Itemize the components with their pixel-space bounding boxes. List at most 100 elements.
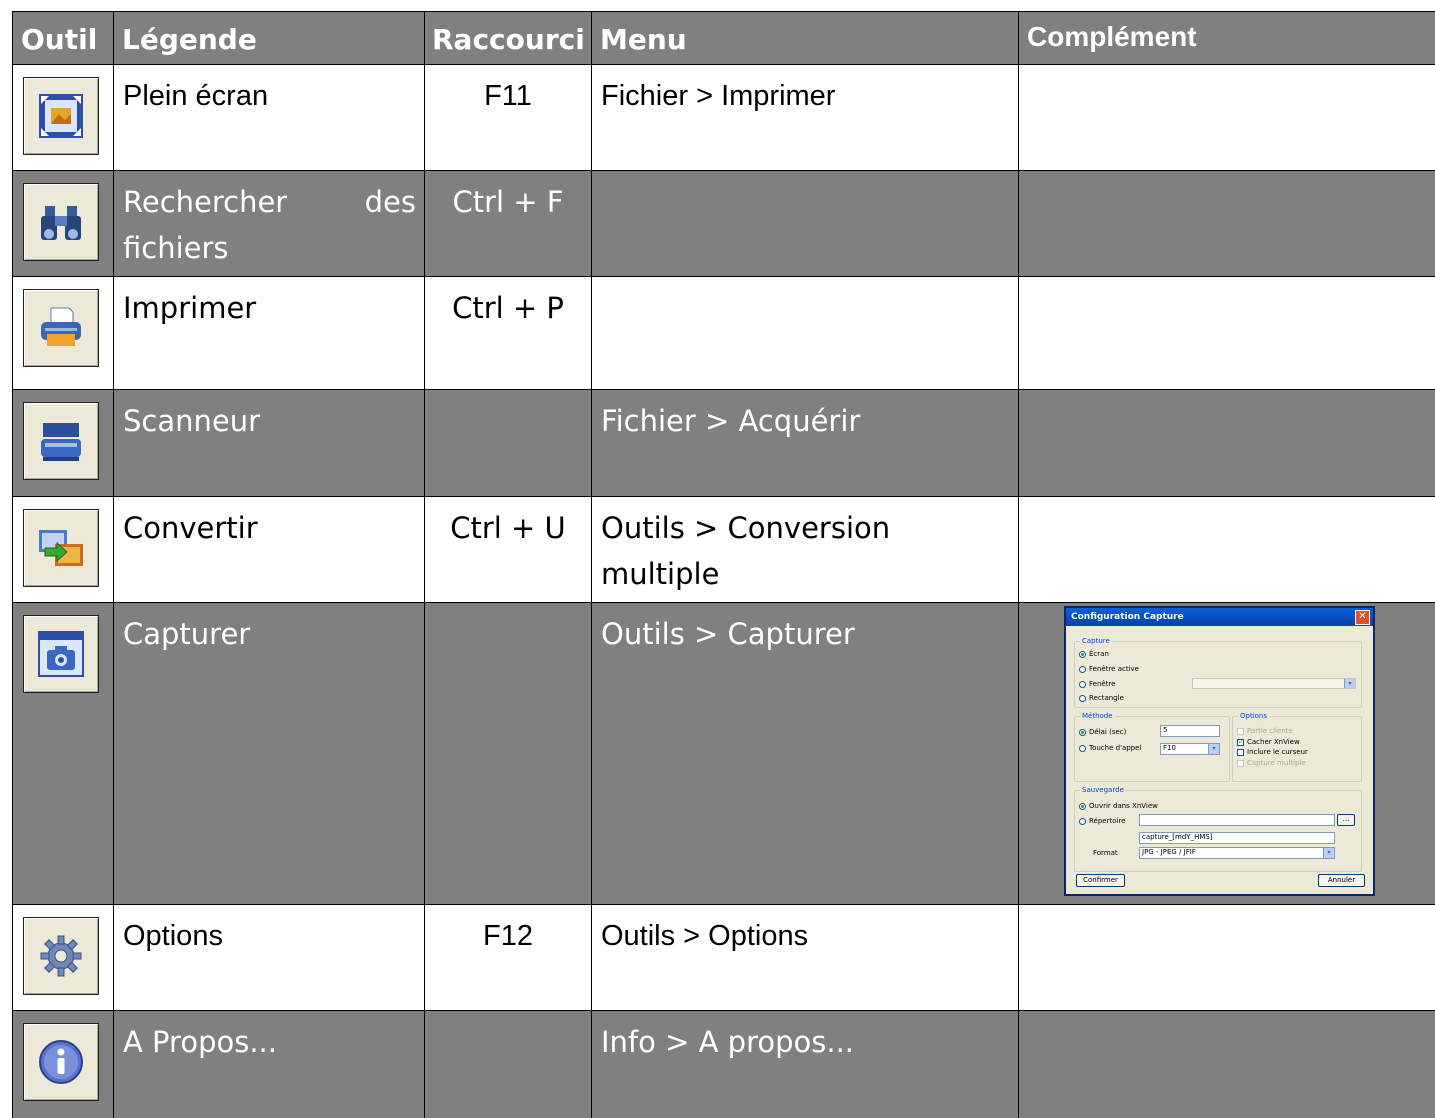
dialog-title: Configuration Capture — [1071, 612, 1184, 622]
complement-cell — [1019, 171, 1435, 276]
option-label: Partie cliente — [1247, 727, 1293, 735]
legend-cell: Plein écran — [114, 65, 425, 170]
table-row: Plein écran F11 Fichier > Imprimer — [12, 65, 1435, 171]
complement-cell — [1019, 497, 1435, 602]
option-label: Rectangle — [1089, 694, 1124, 702]
hotkey-select[interactable]: F10 ▾ — [1160, 743, 1220, 755]
check-cacher-xnview[interactable]: ✓ Cacher XnView — [1237, 737, 1300, 747]
shortcut-cell: Ctrl + F — [425, 171, 592, 276]
table-row: Scanneur Fichier > Acquérir — [12, 390, 1435, 497]
menu-cell — [592, 171, 1019, 276]
directory-input[interactable] — [1139, 814, 1335, 826]
legend-word: fichiers — [123, 231, 229, 266]
legend-cell: A Propos... — [114, 1011, 425, 1118]
radio-dot[interactable] — [1079, 817, 1086, 825]
table-row: Convertir Ctrl + U Outils > Conversion m… — [12, 497, 1435, 603]
header-complement: Complément — [1027, 21, 1197, 52]
legend-cell: Capturer — [114, 603, 425, 904]
legend-cell: Options — [114, 905, 425, 1010]
tool-cell — [12, 277, 114, 389]
browse-button[interactable]: ... — [1337, 814, 1355, 826]
menu-cell: Info > A propos... — [592, 1011, 1019, 1118]
option-label: Délai (sec) — [1089, 728, 1127, 736]
capture-config-dialog: Configuration Capture ✕ Capture Écran Fe… — [1064, 606, 1375, 896]
format-select[interactable]: JPG - JPEG / JFIF ▾ — [1139, 847, 1335, 859]
radio-dot[interactable] — [1079, 694, 1086, 702]
check-curseur[interactable]: Inclure le curseur — [1237, 747, 1308, 757]
filename-input[interactable]: capture_[mdY_HMS] — [1139, 832, 1335, 844]
checkbox[interactable] — [1237, 727, 1244, 735]
chevron-down-icon[interactable]: ▾ — [1208, 744, 1219, 754]
radio-touche[interactable]: Touche d'appel — [1079, 743, 1141, 753]
menu-cell: Outils > Conversion multiple — [592, 497, 1019, 602]
tool-cell — [12, 171, 114, 276]
complement-cell — [1019, 1011, 1435, 1118]
checkbox[interactable] — [1237, 748, 1244, 756]
complement-cell — [1019, 277, 1435, 389]
menu-cell: Fichier > Acquérir — [592, 390, 1019, 496]
table-row: A Propos... Info > A propos... — [12, 1011, 1435, 1118]
complement-cell — [1019, 65, 1435, 170]
legend-word: des — [364, 185, 416, 219]
option-label: Touche d'appel — [1089, 744, 1142, 752]
chevron-down-icon[interactable]: ▾ — [1323, 848, 1334, 858]
confirm-button[interactable]: Confirmer — [1076, 874, 1125, 887]
option-label: Cacher XnView — [1247, 738, 1300, 746]
radio-fenetre-active[interactable]: Fenêtre active — [1079, 664, 1139, 674]
radio-dot[interactable] — [1079, 802, 1086, 810]
table-row: Options F12 Outils > Options — [12, 905, 1435, 1011]
convert-icon — [23, 509, 99, 587]
group-label: Sauvegarde — [1080, 785, 1126, 795]
complement-cell — [1019, 390, 1435, 496]
delay-input[interactable]: 5 — [1160, 725, 1220, 737]
check-capture-multiple[interactable]: Capture multiple — [1237, 758, 1306, 768]
radio-ouvrir[interactable]: Ouvrir dans XnView — [1079, 801, 1158, 811]
radio-repertoire[interactable]: Répertoire — [1079, 816, 1126, 826]
shortcut-cell — [425, 1011, 592, 1118]
option-label: Inclure le curseur — [1247, 748, 1308, 756]
radio-ecran[interactable]: Écran — [1079, 649, 1109, 659]
radio-rectangle[interactable]: Rectangle — [1079, 693, 1124, 703]
window-select[interactable]: ▾ — [1192, 678, 1356, 689]
group-label: Méthode — [1080, 711, 1115, 721]
radio-dot[interactable] — [1079, 665, 1086, 673]
shortcut-cell — [425, 390, 592, 496]
shortcut-cell: F11 — [425, 65, 592, 170]
tool-cell — [12, 603, 114, 904]
radio-dot[interactable] — [1079, 728, 1086, 736]
scanner-icon — [23, 402, 99, 480]
radio-fenetre[interactable]: Fenêtre — [1079, 679, 1115, 689]
format-value: JPG - JPEG / JFIF — [1142, 848, 1196, 856]
hotkey-value: F10 — [1163, 744, 1176, 752]
tool-cell — [12, 905, 114, 1010]
checkbox[interactable] — [1237, 759, 1244, 767]
legend-cell: Scanneur — [114, 390, 425, 496]
close-icon[interactable]: ✕ — [1355, 610, 1370, 625]
legend-cell: Imprimer — [114, 277, 425, 389]
radio-dot[interactable] — [1079, 744, 1086, 752]
radio-dot[interactable] — [1079, 680, 1086, 688]
menu-cell: Outils > Options — [592, 905, 1019, 1010]
radio-delai[interactable]: Délai (sec) — [1079, 727, 1126, 737]
tool-cell — [12, 390, 114, 496]
cancel-button[interactable]: Annuler — [1318, 874, 1365, 887]
shortcut-cell — [425, 603, 592, 904]
checkbox[interactable]: ✓ — [1237, 738, 1244, 746]
option-label: Écran — [1089, 650, 1109, 658]
shortcut-cell: Ctrl + U — [425, 497, 592, 602]
tool-cell — [12, 65, 114, 170]
dialog-titlebar: Configuration Capture ✕ — [1066, 608, 1373, 626]
binoculars-icon — [23, 183, 99, 261]
tool-cell — [12, 1011, 114, 1118]
radio-dot[interactable] — [1079, 650, 1086, 658]
chevron-down-icon[interactable]: ▾ — [1344, 679, 1355, 688]
option-label: Répertoire — [1089, 817, 1126, 825]
option-label: Capture multiple — [1247, 759, 1306, 767]
table-header: Outil Légende Raccourci Menu Complément — [12, 11, 1435, 65]
check-partie-cliente[interactable]: Partie cliente — [1237, 726, 1293, 736]
group-label: Options — [1238, 711, 1270, 721]
fullscreen-icon — [23, 77, 99, 155]
tool-cell — [12, 497, 114, 602]
legend-cell: Rechercher des fichiers — [114, 171, 425, 276]
table-row: Imprimer Ctrl + P — [12, 277, 1435, 390]
